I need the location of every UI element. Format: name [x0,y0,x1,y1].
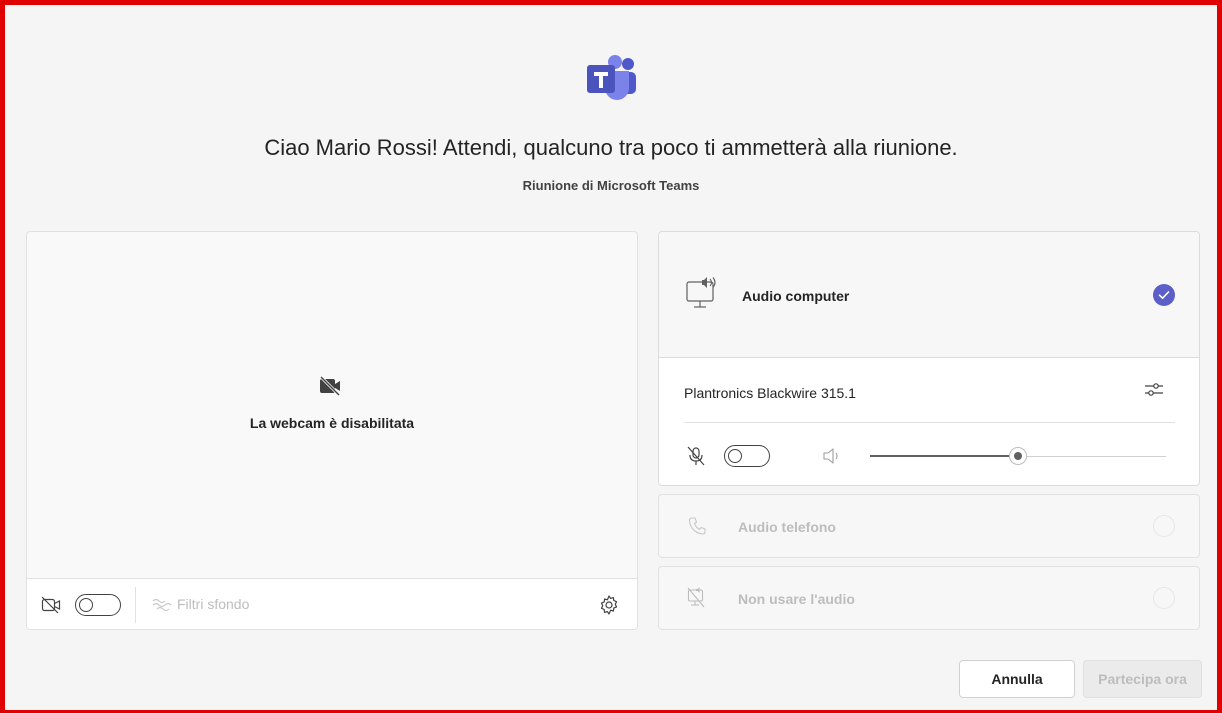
microphone-toggle[interactable] [724,445,770,467]
microphone-off-icon [687,446,705,466]
camera-off-message: La webcam è disabilitata [249,415,415,431]
meeting-type-label: Riunione di Microsoft Teams [522,178,700,193]
device-settings-icon[interactable] [1143,378,1165,400]
phone-audio-option[interactable]: Audio telefono [658,494,1200,558]
computer-speaker-icon [686,277,716,308]
device-divider [684,422,1175,423]
camera-off-icon [319,376,341,396]
video-preview-panel: La webcam è disabilitata Filtri sfondo [26,231,638,630]
page-title: Ciao Mario Rossi! Attendi, qualcuno tra … [264,135,958,160]
phone-icon [688,517,706,535]
video-toolbar: Filtri sfondo [27,578,637,629]
no-audio-label: Non usare l'audio [738,591,855,607]
background-filters-button[interactable]: Filtri sfondo [177,596,249,612]
computer-audio-label: Audio computer [742,288,850,304]
computer-audio-header[interactable]: Audio computer [659,232,1199,358]
gear-icon[interactable] [598,594,620,616]
no-audio-radio[interactable] [1153,587,1175,609]
camera-off-icon [41,596,61,614]
background-filters-icon [152,598,172,612]
computer-audio-option[interactable]: Audio computer Plantronics Blackwire 315… [658,231,1200,486]
no-audio-option[interactable]: Non usare l'audio [658,566,1200,630]
volume-slider-thumb[interactable] [1009,447,1027,465]
phone-audio-radio[interactable] [1153,515,1175,537]
phone-audio-label: Audio telefono [738,519,836,535]
volume-slider-fill [870,455,1018,457]
cancel-button[interactable]: Annulla [959,660,1075,698]
video-preview-area: La webcam è disabilitata [27,232,637,578]
speaker-off-icon [687,587,705,608]
join-now-button[interactable]: Partecipa ora [1083,660,1202,698]
camera-toggle[interactable] [75,594,121,616]
microsoft-teams-logo [587,55,636,100]
speaker-icon [823,448,838,464]
selected-check-icon [1153,284,1175,306]
toolbar-divider [135,587,136,623]
audio-device-name: Plantronics Blackwire 315.1 [684,385,856,401]
